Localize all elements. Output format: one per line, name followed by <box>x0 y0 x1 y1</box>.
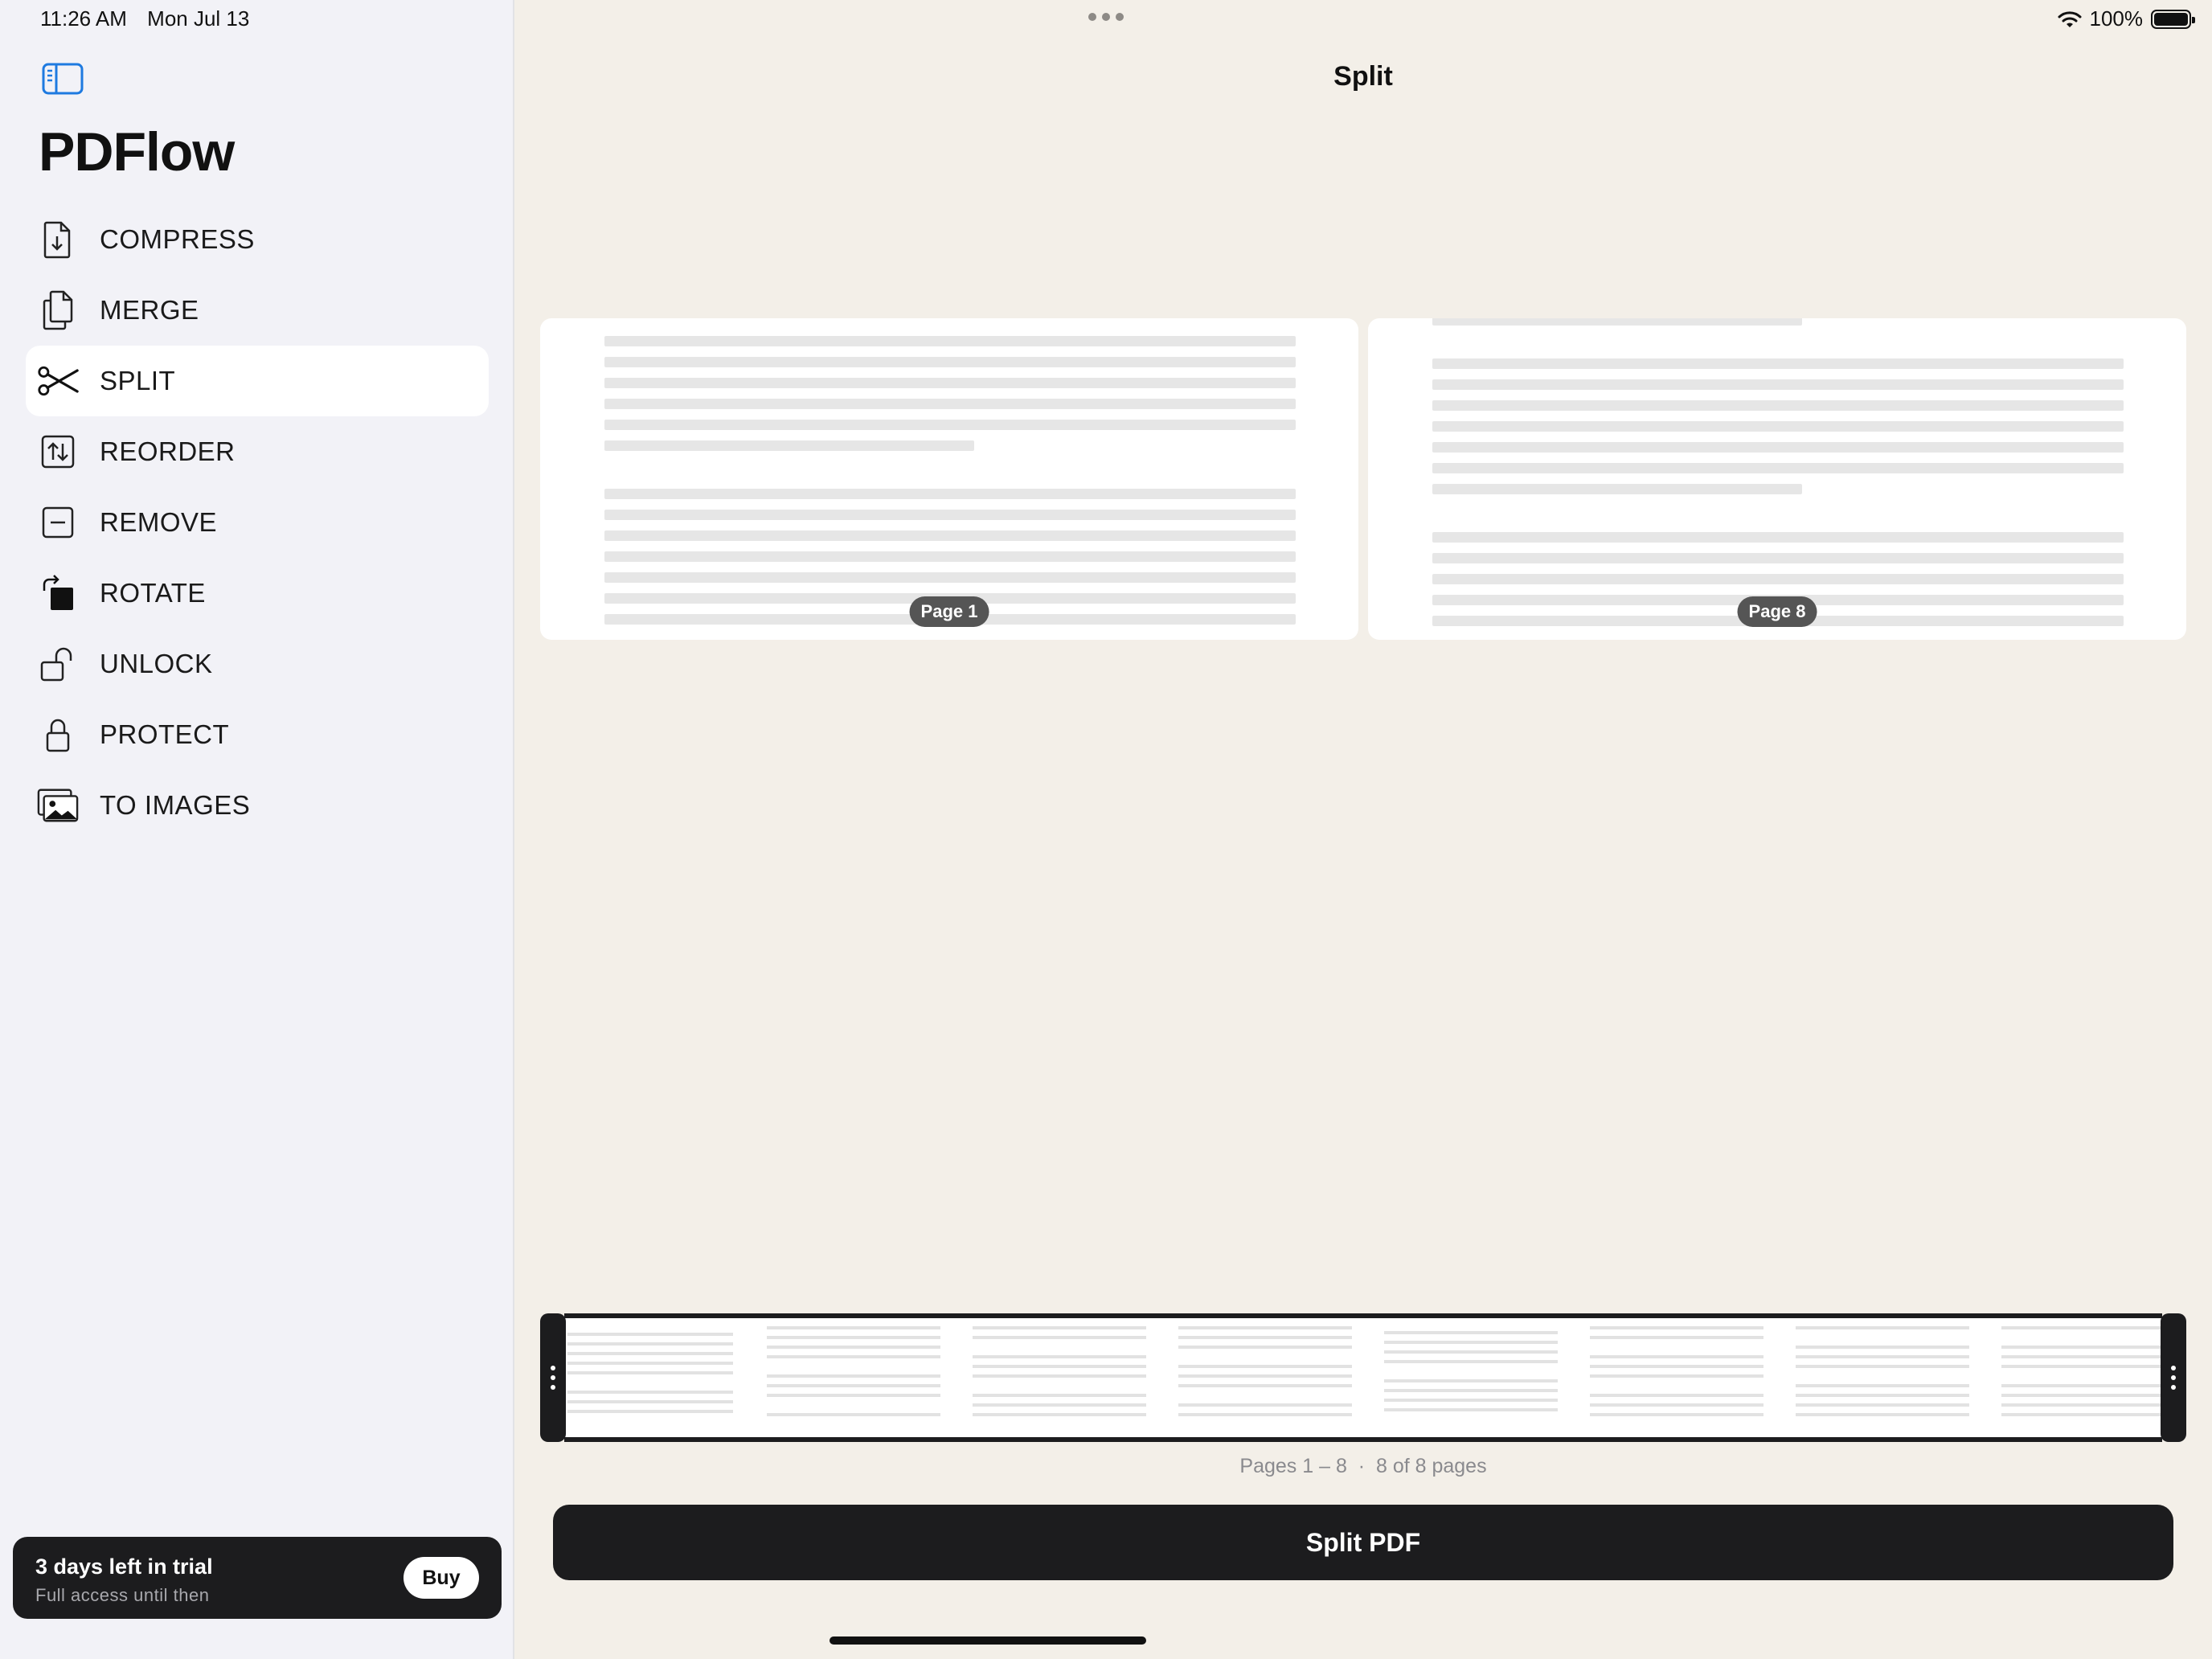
preview-last-page: Page 8 <box>1368 318 2186 640</box>
sidebar-item-protect[interactable]: PROTECT <box>26 699 489 770</box>
multitasking-dots-icon[interactable] <box>1088 13 1124 21</box>
reorder-icon <box>37 431 79 473</box>
page-thumbnail[interactable] <box>1590 1323 1763 1431</box>
merge-docs-icon <box>37 289 79 331</box>
sidebar-item-label: ROTATE <box>100 578 206 608</box>
status-indicators: 100% <box>2058 6 2195 31</box>
lock-icon <box>37 714 79 756</box>
range-start-handle[interactable] <box>540 1313 566 1442</box>
trial-subtitle: Full access until then <box>35 1585 210 1605</box>
page-thumbnail[interactable] <box>973 1323 1146 1431</box>
compress-doc-icon <box>37 219 79 260</box>
status-time: 11:26 AM <box>40 6 127 31</box>
battery-percent: 100% <box>2089 6 2144 31</box>
app-title: PDFlow <box>39 121 235 182</box>
sidebar-item-label: REMOVE <box>100 507 218 537</box>
preview-first-page: Page 1 <box>540 318 1358 640</box>
sidebar-item-label: TO IMAGES <box>100 790 251 820</box>
page-thumbnail[interactable] <box>2001 1323 2162 1431</box>
page-thumbnail[interactable] <box>1796 1323 1969 1431</box>
sidebar-item-rotate[interactable]: ROTATE <box>26 558 489 629</box>
trial-title: 3 days left in trial <box>35 1555 213 1579</box>
sidebar-item-unlock[interactable]: UNLOCK <box>26 629 489 699</box>
split-pdf-button[interactable]: Split PDF <box>553 1505 2173 1580</box>
sidebar-item-label: PROTECT <box>100 719 230 749</box>
sidebar-item-label: COMPRESS <box>100 224 255 254</box>
images-icon <box>37 784 79 826</box>
rotate-icon <box>37 572 79 614</box>
sidebar-item-merge[interactable]: MERGE <box>26 275 489 346</box>
page-thumbnail[interactable] <box>767 1323 940 1431</box>
page-badge: Page 1 <box>909 596 989 627</box>
sidebar-item-label: UNLOCK <box>100 649 213 678</box>
toggle-sidebar-icon[interactable] <box>42 63 84 95</box>
sidebar-item-remove[interactable]: REMOVE <box>26 487 489 558</box>
status-time-date: 11:26 AM Mon Jul 13 <box>40 6 264 31</box>
home-indicator <box>830 1636 1146 1645</box>
main-content: 100% Split Page 1 Page 8 Pages 1 – 8 · 8… <box>514 0 2212 1659</box>
sidebar: 11:26 AM Mon Jul 13 PDFlow COMPRESS MERG… <box>0 0 514 1659</box>
remove-icon <box>37 502 79 543</box>
sidebar-item-split[interactable]: SPLIT <box>26 346 489 416</box>
range-end-handle[interactable] <box>2161 1313 2186 1442</box>
sidebar-item-label: MERGE <box>100 295 199 325</box>
page-thumbnail[interactable] <box>1384 1323 1558 1431</box>
sidebar-item-to-images[interactable]: TO IMAGES <box>26 770 489 841</box>
battery-icon <box>2151 9 2195 29</box>
sidebar-item-reorder[interactable]: REORDER <box>26 416 489 487</box>
sidebar-item-label: REORDER <box>100 436 236 466</box>
page-badge: Page 8 <box>1737 596 1817 627</box>
page-thumbnail-strip <box>564 1313 2162 1442</box>
sidebar-nav: COMPRESS MERGE SPLIT REORDER REMOVE ROTA… <box>26 204 489 841</box>
page-thumbnail[interactable] <box>1178 1323 1352 1431</box>
wifi-icon <box>2058 10 2081 27</box>
page-range-selector[interactable] <box>540 1313 2186 1442</box>
scissors-icon <box>37 360 79 402</box>
status-date: Mon Jul 13 <box>147 6 250 31</box>
sidebar-item-label: SPLIT <box>100 366 176 395</box>
trial-banner: 3 days left in trial Full access until t… <box>13 1537 502 1619</box>
buy-button[interactable]: Buy <box>403 1557 479 1599</box>
unlock-icon <box>37 643 79 685</box>
page-title: Split <box>1333 61 1393 92</box>
page-thumbnail[interactable] <box>567 1323 733 1431</box>
page-range-summary: Pages 1 – 8 · 8 of 8 pages <box>1239 1455 1487 1477</box>
sidebar-item-compress[interactable]: COMPRESS <box>26 204 489 275</box>
